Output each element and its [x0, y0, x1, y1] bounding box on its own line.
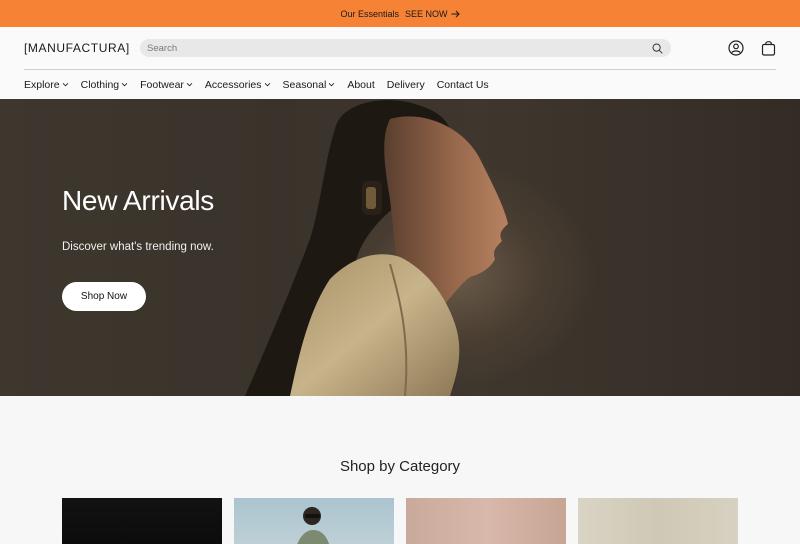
announcement-message: Our Essentials — [340, 8, 399, 19]
shop-now-button[interactable]: Shop Now — [62, 282, 146, 311]
nav-item-label: Accessories — [204, 78, 262, 91]
nav-item-label: Clothing — [80, 78, 120, 91]
nav-item-label: Seasonal — [282, 78, 327, 91]
site-logo[interactable]: [MANUFACTURA] — [24, 41, 140, 55]
bag-icon[interactable] — [760, 40, 776, 56]
chevron-down-icon — [264, 81, 271, 88]
category-model-image — [297, 507, 330, 544]
main-nav: Explore Clothing Footwear Accessories Se… — [24, 70, 776, 99]
search-bar[interactable] — [140, 39, 671, 57]
category-card-image[interactable] — [62, 498, 222, 544]
hero-title: New Arrivals — [62, 185, 214, 216]
chevron-down-icon — [186, 81, 193, 88]
nav-item-contact-us[interactable]: Contact Us — [437, 79, 489, 91]
category-card-image[interactable] — [406, 498, 566, 544]
chevron-down-icon — [121, 81, 128, 88]
category-card-image[interactable] — [578, 498, 738, 544]
nav-item-label: About — [347, 78, 375, 91]
nav-item-delivery[interactable]: Delivery — [387, 79, 425, 91]
hero-banner: New Arrivals Discover what's trending no… — [0, 99, 800, 396]
category-grid — [0, 498, 800, 544]
nav-item-seasonal[interactable]: Seasonal — [283, 79, 336, 91]
category-card-image[interactable] — [234, 498, 394, 544]
announcement-bar: Our Essentials SEE NOW — [0, 0, 800, 27]
section-title: Shop by Category — [339, 458, 461, 475]
announcement-cta-label: SEE NOW — [405, 8, 448, 19]
chevron-down-icon — [62, 81, 69, 88]
shop-by-category-section: Shop by Category — [0, 396, 800, 544]
nav-item-label: Delivery — [386, 78, 425, 91]
nav-item-label: Explore — [24, 78, 60, 91]
nav-item-explore[interactable]: Explore — [24, 79, 69, 91]
nav-item-label: Contact Us — [436, 78, 489, 91]
announcement-see-now-link[interactable]: SEE NOW — [405, 9, 460, 19]
chevron-down-icon — [328, 81, 335, 88]
search-icon[interactable] — [651, 42, 663, 54]
site-header: [MANUFACTURA] Explore Clothing Footwear … — [0, 27, 800, 99]
nav-item-accessories[interactable]: Accessories — [205, 79, 271, 91]
nav-item-clothing[interactable]: Clothing — [81, 79, 129, 91]
arrow-right-icon — [451, 10, 460, 17]
account-icon[interactable] — [728, 40, 744, 56]
hero-subtitle: Discover what's trending now. — [62, 241, 214, 253]
hero-model-image — [245, 100, 508, 396]
search-input[interactable] — [147, 42, 651, 54]
nav-item-about[interactable]: About — [347, 79, 374, 91]
nav-item-label: Footwear — [140, 78, 184, 91]
nav-item-footwear[interactable]: Footwear — [140, 79, 193, 91]
